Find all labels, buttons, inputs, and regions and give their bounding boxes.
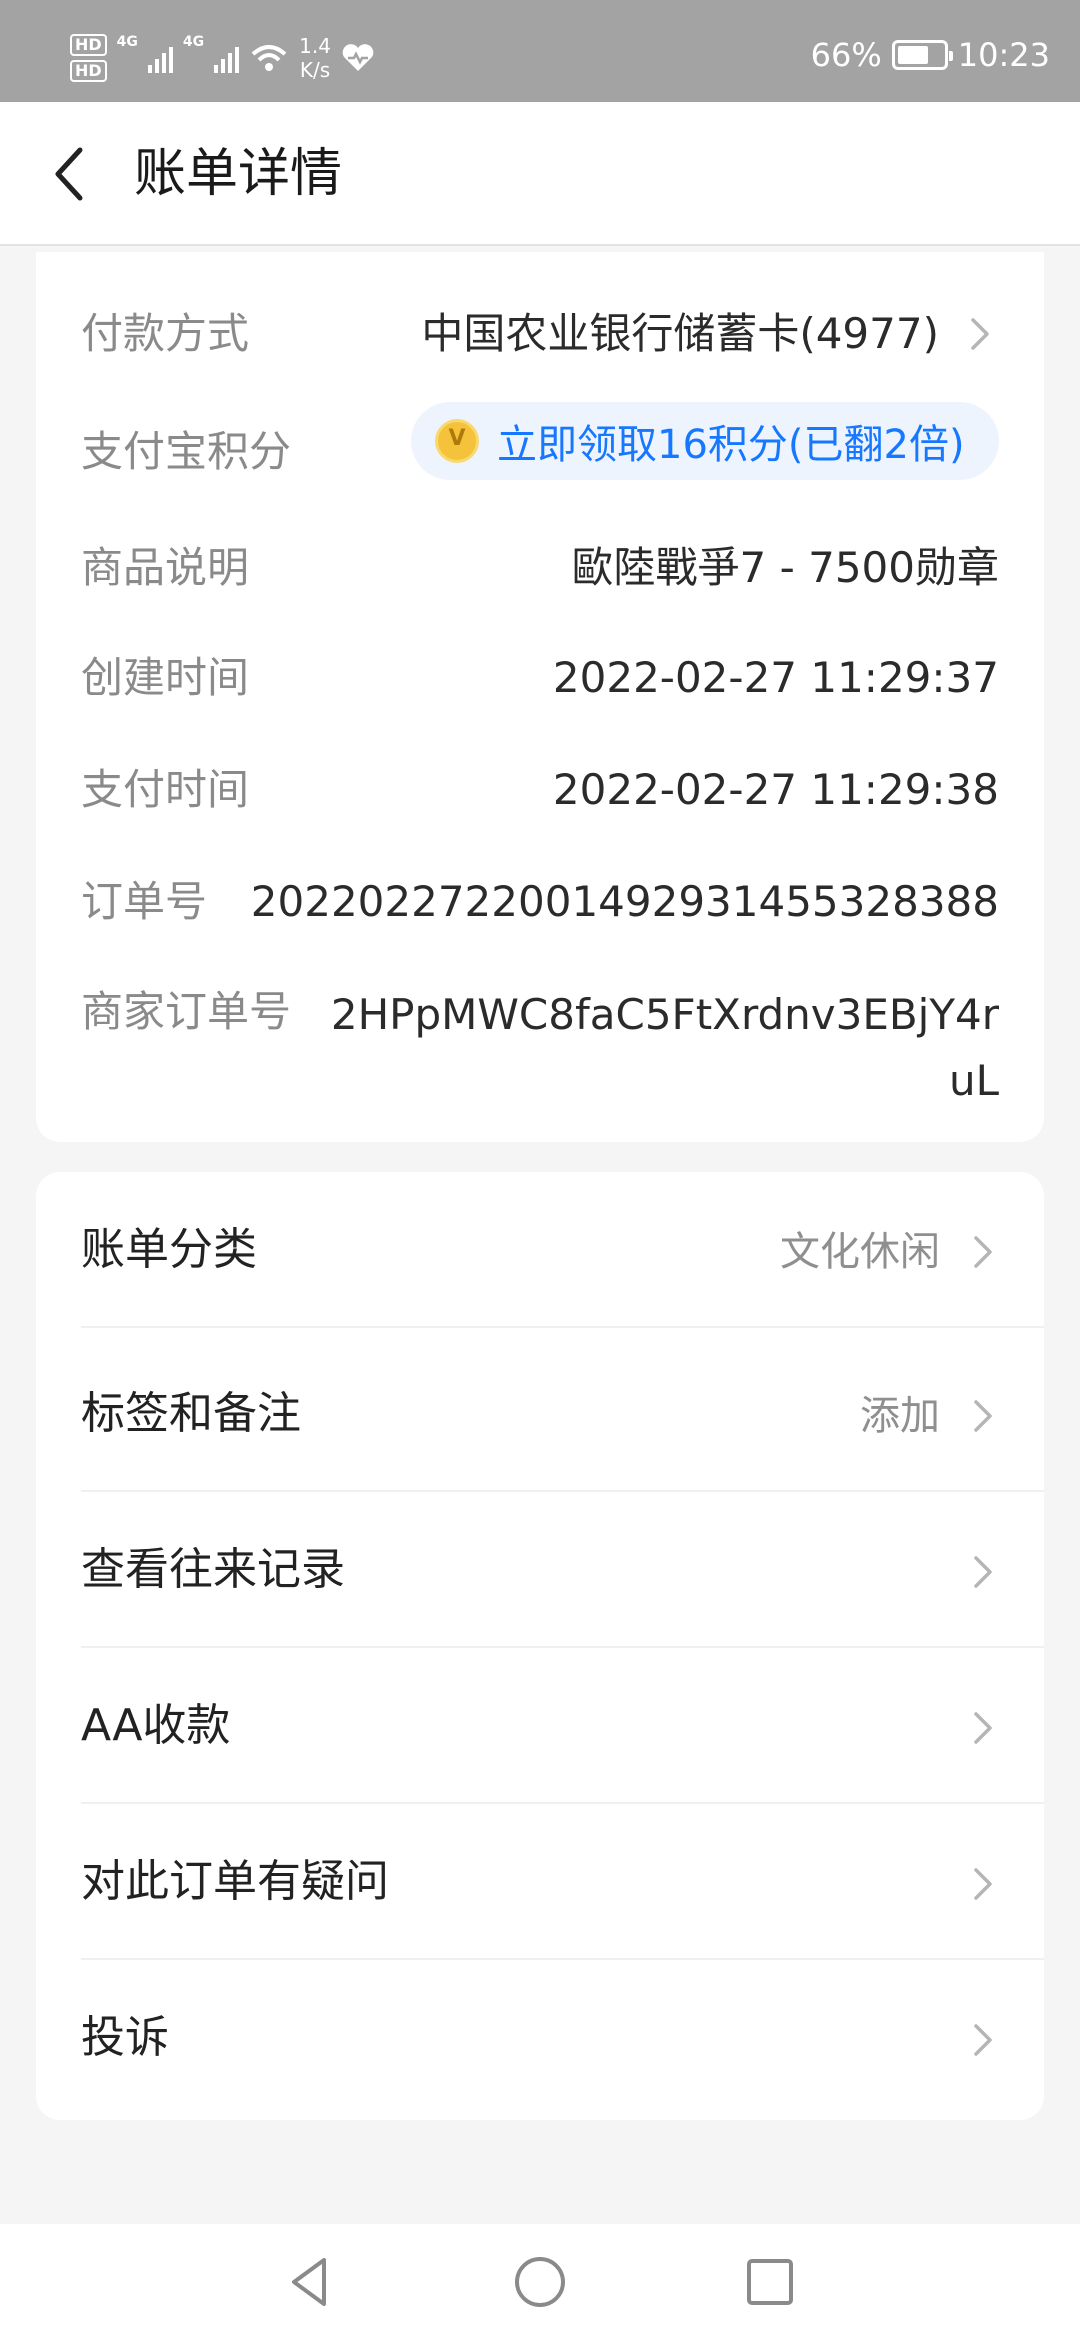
chevron-right-icon xyxy=(974,1556,992,1588)
nav-back-icon[interactable] xyxy=(280,2252,340,2312)
status-left: HD HD 4G 4G 1.4 K/s xyxy=(70,30,375,86)
signal-icon xyxy=(214,43,240,73)
claim-points-text: 立即领取16积分(已翻2倍) xyxy=(497,422,965,468)
menu-item-label: AA收款 xyxy=(81,1700,231,1751)
paid-time-label: 支付时间 xyxy=(81,765,250,814)
payment-method-value: 中国农业银行储蓄卡(4977) xyxy=(421,309,939,358)
page-title: 账单详情 xyxy=(134,144,343,204)
nav-recents-icon[interactable] xyxy=(740,2252,800,2312)
paid-time-value: 2022-02-27 11:29:38 xyxy=(552,765,999,814)
chevron-right-icon xyxy=(974,1400,992,1432)
menu-item-label: 标签和备注 xyxy=(81,1388,301,1439)
signal-icon xyxy=(147,43,173,73)
payment-method-label: 付款方式 xyxy=(81,309,250,358)
menu-item-label: 账单分类 xyxy=(81,1224,257,1275)
network-type-2: 4G xyxy=(182,34,205,50)
sim2-hd: HD xyxy=(70,60,107,82)
chevron-right-icon xyxy=(974,2024,992,2056)
menu-item-order-question[interactable]: 对此订单有疑问 xyxy=(36,1804,1044,1960)
speed-unit: K/s xyxy=(299,58,331,82)
order-number-row: 订单号 2022022722001492931455328388 xyxy=(81,872,999,932)
divider xyxy=(81,1326,1044,1328)
clock: 10:23 xyxy=(957,36,1050,74)
payment-method-row[interactable]: 付款方式 中国农业银行储蓄卡(4977) xyxy=(81,304,999,364)
battery-percent: 66% xyxy=(810,36,882,74)
menu-item-label: 对此订单有疑问 xyxy=(81,1856,389,1907)
merchant-order-label: 商家订单号 xyxy=(81,987,292,1036)
menu-item-label: 查看往来记录 xyxy=(81,1544,345,1595)
product-label: 商品说明 xyxy=(81,543,250,592)
network-speed: 1.4 K/s xyxy=(299,34,331,82)
points-row: 支付宝积分 立即领取16积分(已翻2倍) xyxy=(81,402,999,482)
system-nav-bar xyxy=(0,2224,1080,2340)
hd-indicators: HD HD xyxy=(70,34,107,82)
back-arrow-icon xyxy=(55,147,83,201)
menu-item-value: 文化休闲 xyxy=(780,1229,940,1275)
status-right: 66% 10:23 xyxy=(811,36,1050,74)
chevron-right-icon xyxy=(974,1868,992,1900)
speed-value: 1.4 xyxy=(299,34,331,58)
created-time-row: 创建时间 2022-02-27 11:29:37 xyxy=(81,648,999,708)
network-type-1: 4G xyxy=(116,34,138,50)
points-label: 支付宝积分 xyxy=(81,427,292,476)
header: 账单详情 xyxy=(0,102,1080,246)
created-time-label: 创建时间 xyxy=(81,653,250,702)
menu-item-history[interactable]: 查看往来记录 xyxy=(36,1492,1044,1648)
battery-icon xyxy=(891,40,953,70)
menu-item-bill-category[interactable]: 账单分类 文化休闲 xyxy=(36,1172,1044,1328)
chevron-right-icon xyxy=(974,1236,992,1268)
created-time-value: 2022-02-27 11:29:37 xyxy=(552,653,999,702)
menu-item-tags-notes[interactable]: 标签和备注 添加 xyxy=(36,1336,1044,1492)
order-number-label: 订单号 xyxy=(81,877,208,926)
product-row: 商品说明 歐陸戰爭7 - 7500勋章 xyxy=(81,538,999,598)
order-number-value: 2022022722001492931455328388 xyxy=(250,877,999,926)
chevron-right-icon xyxy=(974,1712,992,1744)
sim1-hd: HD xyxy=(70,34,107,56)
paid-time-row: 支付时间 2022-02-27 11:29:38 xyxy=(81,760,999,820)
actions-card: 账单分类 文化休闲 标签和备注 添加 查看往来记录 AA收款 对此订单有疑问 投… xyxy=(36,1172,1044,2120)
menu-item-value: 添加 xyxy=(860,1393,940,1439)
claim-points-button[interactable]: 立即领取16积分(已翻2倍) xyxy=(411,402,999,480)
merchant-order-row: 商家订单号 2HPpMWC8faC5FtXrdnv3EBjY4ruL xyxy=(81,982,999,1122)
wifi-icon xyxy=(251,45,287,71)
product-value: 歐陸戰爭7 - 7500勋章 xyxy=(571,543,999,592)
points-coin-icon xyxy=(435,419,479,463)
chevron-right-icon xyxy=(971,318,989,350)
heart-icon xyxy=(342,44,374,71)
menu-item-label: 投诉 xyxy=(81,2012,169,2063)
menu-item-aa-collect[interactable]: AA收款 xyxy=(36,1648,1044,1804)
menu-item-complaint[interactable]: 投诉 xyxy=(36,1960,1044,2116)
back-button[interactable] xyxy=(36,130,124,218)
status-bar: HD HD 4G 4G 1.4 K/s 66% 10:23 xyxy=(0,0,1080,102)
nav-home-icon[interactable] xyxy=(510,2252,570,2312)
merchant-order-value: 2HPpMWC8faC5FtXrdnv3EBjY4ruL xyxy=(330,990,999,1105)
bill-details-card: 付款方式 中国农业银行储蓄卡(4977) 支付宝积分 立即领取16积分(已翻2倍… xyxy=(36,252,1044,1142)
